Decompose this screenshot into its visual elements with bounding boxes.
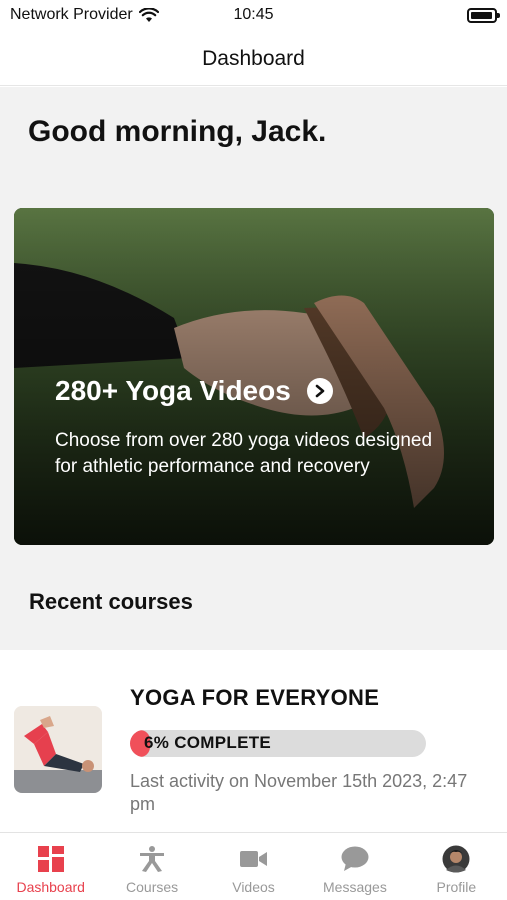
- tab-profile[interactable]: Profile: [406, 833, 507, 900]
- hero-title: 280+ Yoga Videos: [55, 375, 291, 406]
- course-progress-bar: 6% COMPLETE: [130, 730, 426, 757]
- tab-label: Messages: [323, 879, 387, 895]
- dashboard-content: Good morning, Jack. 280+ Yoga Videos Cho…: [0, 87, 507, 650]
- hero-description: Choose from over 280 yoga videos designe…: [55, 430, 433, 477]
- video-camera-icon: [239, 845, 268, 873]
- nav-bar: Dashboard: [0, 32, 507, 86]
- course-progress-label: 6% COMPLETE: [144, 733, 272, 752]
- tab-label: Dashboard: [16, 879, 85, 895]
- recent-courses-heading: Recent courses: [29, 589, 193, 614]
- tab-label: Profile: [436, 879, 477, 895]
- status-bar: Network Provider 10:45: [0, 0, 507, 32]
- tab-courses[interactable]: Courses: [101, 833, 202, 900]
- avatar-icon: [442, 845, 470, 873]
- tab-dashboard[interactable]: Dashboard: [0, 833, 101, 900]
- yoga-videos-banner[interactable]: 280+ Yoga Videos Choose from over 280 yo…: [14, 208, 494, 545]
- tab-messages[interactable]: Messages: [304, 833, 405, 900]
- dashboard-icon: [37, 845, 65, 873]
- tab-bar: Dashboard Courses Videos Messages Profil…: [0, 832, 507, 900]
- chevron-right-circle-icon[interactable]: [306, 378, 333, 404]
- course-thumbnail: [14, 706, 102, 793]
- page-title: Dashboard: [202, 46, 305, 70]
- course-card[interactable]: YOGA FOR EVERYONE 6% COMPLETE Last activ…: [0, 650, 507, 832]
- battery-icon: [467, 8, 500, 23]
- greeting-heading: Good morning, Jack.: [28, 115, 327, 148]
- chat-bubble-icon: [341, 845, 369, 873]
- course-title: YOGA FOR EVERYONE: [130, 685, 380, 710]
- hero-title-row: 280+ Yoga Videos: [55, 375, 333, 407]
- tab-label: Courses: [126, 879, 179, 895]
- course-last-activity: Last activity on November 15th 2023, 2:4…: [130, 771, 468, 814]
- yoga-person-icon: [138, 845, 166, 873]
- tab-label: Videos: [232, 879, 275, 895]
- tab-videos[interactable]: Videos: [203, 833, 304, 900]
- status-time: 10:45: [233, 6, 274, 23]
